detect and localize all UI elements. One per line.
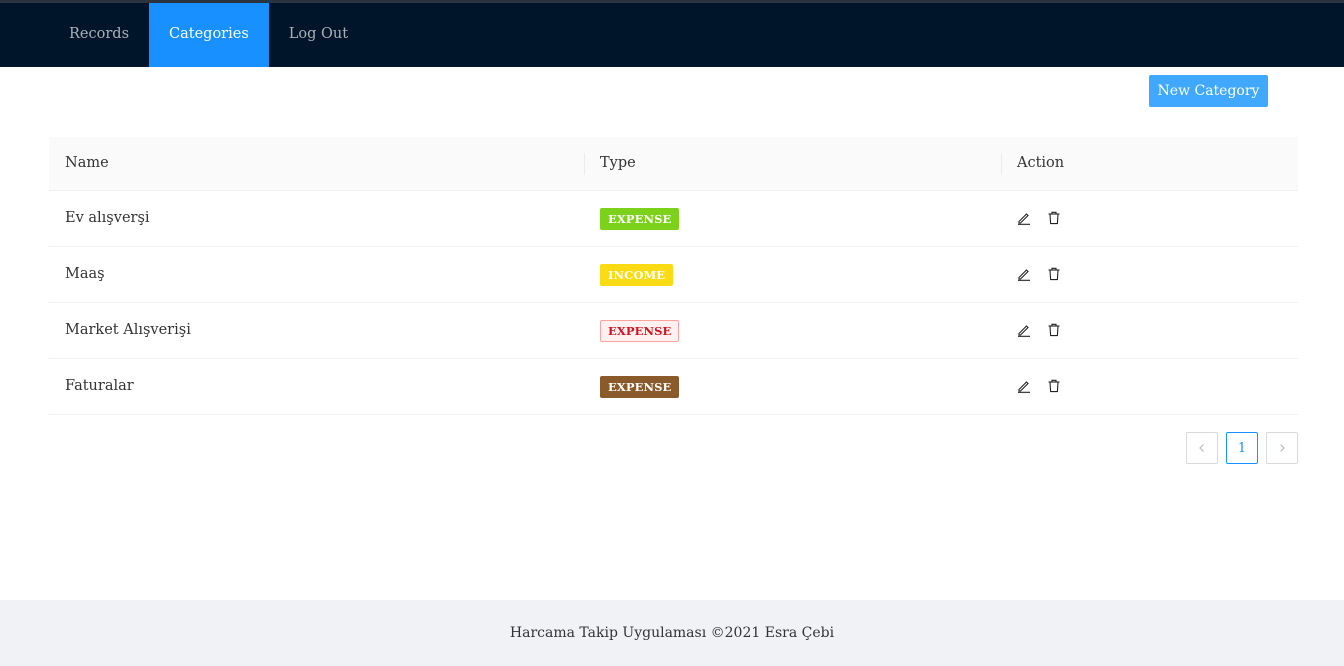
row-actions bbox=[1017, 320, 1061, 340]
table-row: Ev alışverşi EXPENSE bbox=[49, 191, 1298, 247]
nav-item-categories[interactable]: Categories bbox=[149, 3, 269, 67]
row-actions bbox=[1017, 376, 1061, 396]
delete-icon[interactable] bbox=[1047, 320, 1061, 340]
row-actions bbox=[1017, 208, 1061, 228]
edit-icon[interactable] bbox=[1017, 208, 1031, 228]
footer-text: Harcama Takip Uygulaması ©2021 Esra Çebi bbox=[509, 625, 835, 641]
edit-icon[interactable] bbox=[1017, 320, 1031, 340]
type-tag: EXPENSE bbox=[600, 376, 680, 398]
chevron-left-icon bbox=[1199, 444, 1204, 452]
column-header-action: Action bbox=[1017, 155, 1065, 171]
chevron-right-icon bbox=[1280, 444, 1285, 452]
pagination: 1 bbox=[1186, 432, 1298, 464]
next-page-button[interactable] bbox=[1266, 432, 1298, 464]
table-row: Maaş INCOME bbox=[49, 247, 1298, 303]
delete-icon[interactable] bbox=[1047, 264, 1061, 284]
category-name: Faturalar bbox=[65, 378, 134, 394]
categories-table: Name Type Action Ev alışverşi EXPENSE Maaş… bbox=[49, 137, 1298, 415]
type-tag: EXPENSE bbox=[600, 208, 680, 230]
column-header-type: Type bbox=[600, 155, 636, 171]
nav-item-logout[interactable]: Log Out bbox=[269, 3, 368, 67]
delete-icon[interactable] bbox=[1047, 376, 1061, 396]
edit-icon[interactable] bbox=[1017, 264, 1031, 284]
type-tag: EXPENSE bbox=[600, 320, 680, 342]
nav-item-records[interactable]: Records bbox=[49, 3, 149, 67]
column-header-name: Name bbox=[65, 155, 109, 171]
column-divider bbox=[584, 153, 585, 175]
table-row: Market Alışverişi EXPENSE bbox=[49, 303, 1298, 359]
row-actions bbox=[1017, 264, 1061, 284]
page-button-1[interactable]: 1 bbox=[1226, 432, 1258, 464]
column-divider bbox=[1001, 153, 1002, 175]
type-tag: INCOME bbox=[600, 264, 674, 286]
category-name: Maaş bbox=[65, 266, 105, 282]
table-row: Faturalar EXPENSE bbox=[49, 359, 1298, 415]
footer: Harcama Takip Uygulaması ©2021 Esra Çebi bbox=[0, 600, 1344, 666]
prev-page-button[interactable] bbox=[1186, 432, 1218, 464]
category-name: Ev alışverşi bbox=[65, 210, 150, 226]
header: Records Categories Log Out bbox=[0, 3, 1344, 67]
edit-icon[interactable] bbox=[1017, 376, 1031, 396]
delete-icon[interactable] bbox=[1047, 208, 1061, 228]
category-name: Market Alışverişi bbox=[65, 322, 191, 338]
top-nav: Records Categories Log Out bbox=[49, 3, 368, 67]
new-category-button[interactable]: New Category bbox=[1149, 75, 1268, 107]
table-header: Name Type Action bbox=[49, 137, 1298, 191]
